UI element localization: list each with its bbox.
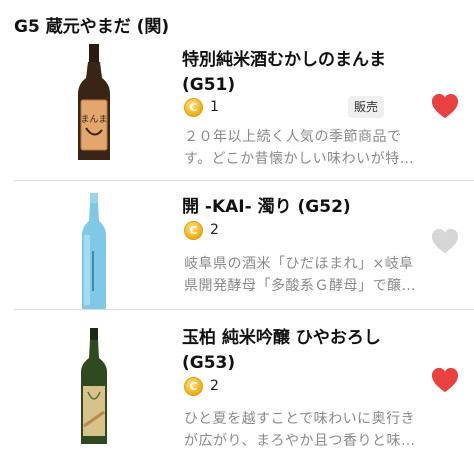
item-description: ２０年以上続く人気の季節商品で す。どこか昔懐かしい味わいが特… [184, 126, 416, 170]
description-line: ひと夏を越すことで味わいに奥行き [184, 411, 416, 427]
description-line: ２０年以上続く人気の季節商品で [184, 129, 402, 145]
list-item[interactable]: 玉柏 純米吟醸 ひやおろし (G53) C 2 ひと夏を越すことで味わいに奥行き… [0, 310, 474, 464]
points: C 2 [184, 375, 219, 397]
points-value: 1 [210, 99, 219, 115]
coin-icon: C [184, 220, 203, 240]
description-line: 岐阜県の酒米「ひだほまれ」×岐阜 [184, 256, 414, 272]
description-line: す。どこか昔懐かしい味わいが特… [184, 151, 415, 167]
item-description: ひと夏を越すことで味わいに奥行き が広がり、まろやか且つ香りと味… [184, 408, 416, 452]
description-line: 県開発酵母「多酸系Ｇ酵母」で醸… [184, 278, 416, 294]
coin-icon: C [184, 97, 203, 117]
heart-icon[interactable] [430, 227, 460, 255]
sake-bottle-image: まんま [78, 44, 110, 160]
description-line: が広がり、まろやか且つ香りと味… [184, 433, 416, 449]
item-description: 岐阜県の酒米「ひだほまれ」×岐阜 県開発酵母「多酸系Ｇ酵母」で醸… [184, 253, 416, 297]
item-name: 玉柏 純米吟醸 ひやおろし (G53) [182, 328, 381, 373]
item-name: 開 -KAI- 濁り (G52) [182, 197, 351, 217]
points: C 2 [184, 219, 219, 241]
list-item[interactable]: 開 -KAI- 濁り (G52) C 2 岐阜県の酒米「ひだほまれ」×岐阜 県開… [0, 181, 474, 311]
heart-icon[interactable] [430, 92, 460, 120]
points-value: 2 [210, 222, 219, 238]
points-value: 2 [210, 378, 219, 394]
item-name: 特別純米酒むかしのまんま (G51) [182, 50, 386, 95]
status-badge: 販売 [348, 96, 385, 118]
sake-bottle-image [82, 193, 106, 309]
list-item[interactable]: まんま 特別純米酒むかしのまんま (G51) C 1 販売 ２０年以上続く人気の… [0, 0, 474, 180]
points: C 1 [184, 96, 219, 118]
bottle-label-text: まんま [80, 114, 107, 125]
heart-icon[interactable] [430, 366, 460, 394]
coin-icon: C [184, 376, 203, 396]
sake-bottle-image [81, 328, 107, 444]
